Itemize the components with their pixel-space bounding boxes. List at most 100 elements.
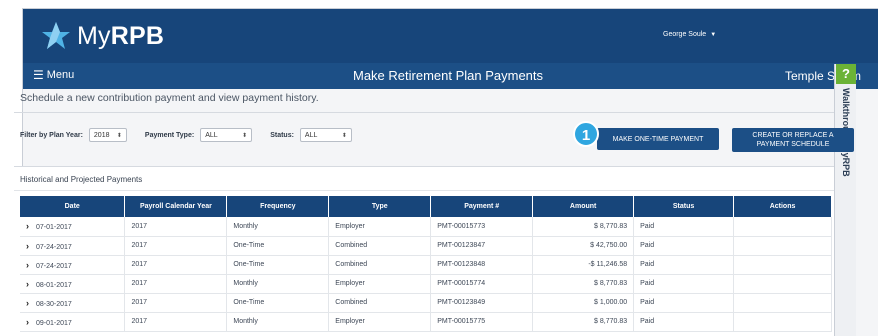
plan-year-select[interactable]: 2018 ⬍ [88,128,127,142]
payment-number-cell: PMT-00123847 [430,236,534,256]
column-header-actions: Actions [733,196,832,217]
status-label: Status: [270,131,294,139]
payment-number-cell: PMT-00015775 [430,312,534,332]
column-header-type[interactable]: Type [328,196,432,217]
type-cell: Combined [328,236,432,256]
payment-number-cell: PMT-00015774 [430,274,534,294]
status-cell: Paid [633,274,735,294]
frequency-cell: One-Time [226,255,330,275]
status-cell: Paid [633,236,735,256]
hamburger-icon: ☰ [33,68,44,82]
type-cell: Combined [328,255,432,275]
chevron-right-icon[interactable]: › [26,317,36,327]
payment-number-cell: PMT-00123848 [430,255,534,275]
amount-cell: $ 8,770.83 [532,274,635,294]
type-cell: Employer [328,217,432,237]
frequency-cell: Monthly [226,274,330,294]
date-cell: › 08-30-2017 [20,293,126,313]
date-cell: › 07-24-2017 [20,255,126,275]
status-cell: Paid [633,293,735,313]
star-logo-icon [42,22,70,49]
type-cell: Employer [328,312,432,332]
actions-cell [733,236,832,256]
frequency-cell: One-Time [226,236,330,256]
frequency-cell: Monthly [226,312,330,332]
status-cell: Paid [633,312,735,332]
history-divider [14,190,834,191]
table-row: › 08-30-2017 2017 One-Time Combined PMT-0… [20,293,832,313]
user-name: George Soule [663,31,707,38]
amount-cell: $ 1,000.00 [532,293,635,313]
page-subtitle: Schedule a new contribution payment and … [20,92,319,104]
actions-cell [733,293,832,313]
amount-cell: $ 42,750.00 [532,236,635,256]
column-header-payroll-year[interactable]: Payroll Calendar Year [124,196,228,217]
logo-text: MyRPB [77,21,165,50]
menu-label: Menu [46,69,75,81]
amount-cell: -$ 11,246.58 [532,255,635,275]
type-cell: Employer [328,274,432,294]
year-cell: 2017 [124,217,228,237]
column-header-frequency[interactable]: Frequency [226,196,330,217]
payment-number-cell: PMT-00123849 [430,293,534,313]
create-payment-schedule-button[interactable]: CREATE OR REPLACE A PAYMENT SCHEDULE [732,128,854,152]
chevron-right-icon[interactable]: › [26,221,36,231]
plan-year-label: Filter by Plan Year: [20,131,83,139]
year-cell: 2017 [124,312,228,332]
step-badge: 1 [573,121,599,147]
table-row: › 07-01-2017 2017 Monthly Employer PMT-00… [20,217,832,237]
actions-cell [733,312,832,332]
year-cell: 2017 [124,255,228,275]
actions-cell [733,217,832,237]
plan-year-value: 2018 [93,131,110,139]
menu-button[interactable]: ☰ Menu [33,69,74,81]
chevron-right-icon[interactable]: › [26,279,36,289]
up-down-arrows-icon: ⬍ [116,132,122,139]
caret-down-icon: ▼ [710,31,717,38]
date-cell: › 07-01-2017 [20,217,126,237]
column-header-status[interactable]: Status [633,196,735,217]
column-header-date[interactable]: Date [20,196,126,217]
top-header: MyRPB George Soule ▼ [23,9,878,63]
amount-cell: $ 8,770.83 [532,217,635,237]
table-row: › 09-01-2017 2017 Monthly Employer PMT-00… [20,312,832,332]
type-cell: Combined [328,293,432,313]
chevron-right-icon[interactable]: › [26,260,36,270]
actions-cell [733,255,832,275]
table-row: › 07-24-2017 2017 One-Time Combined PMT-0… [20,255,832,275]
table-row: › 08-01-2017 2017 Monthly Employer PMT-00… [20,274,832,294]
status-cell: Paid [633,255,735,275]
user-menu[interactable]: George Soule ▼ [663,31,716,38]
column-header-payment-number[interactable]: Payment # [430,196,534,217]
date-cell: › 07-24-2017 [20,236,126,256]
up-down-arrows-icon: ⬍ [242,132,248,139]
date-cell: › 08-01-2017 [20,274,126,294]
make-one-time-payment-button[interactable]: MAKE ONE-TIME PAYMENT [597,128,719,150]
history-title: Historical and Projected Payments [20,175,143,184]
status-cell: Paid [633,217,735,237]
frequency-cell: Monthly [226,217,330,237]
table-header-row: Date Payroll Calendar Year Frequency Typ… [20,196,832,217]
payment-type-label: Payment Type: [144,131,195,139]
app-logo[interactable]: MyRPB [41,19,164,53]
payment-number-cell: PMT-00015773 [430,217,534,237]
date-cell: › 09-01-2017 [20,312,126,332]
up-down-arrows-icon: ⬍ [341,132,347,139]
chevron-right-icon[interactable]: › [26,298,36,308]
table-row: › 07-24-2017 2017 One-Time Combined PMT-0… [20,236,832,256]
help-button[interactable]: ? [836,64,856,84]
amount-cell: $ 8,770.83 [532,312,635,332]
payment-type-select[interactable]: ALL ⬍ [200,128,253,142]
section-divider [14,112,834,113]
status-select[interactable]: ALL ⬍ [299,128,352,142]
year-cell: 2017 [124,293,228,313]
actions-cell [733,274,832,294]
year-cell: 2017 [124,274,228,294]
page-title: Make Retirement Plan Payments [353,68,544,83]
column-header-amount[interactable]: Amount [532,196,635,217]
payment-history-table: Date Payroll Calendar Year Frequency Typ… [20,196,832,332]
year-cell: 2017 [124,236,228,256]
payment-type-value: ALL [205,131,218,139]
nav-bar: ☰ Menu Make Retirement Plan Payments Tem… [23,63,878,89]
chevron-right-icon[interactable]: › [26,241,36,251]
